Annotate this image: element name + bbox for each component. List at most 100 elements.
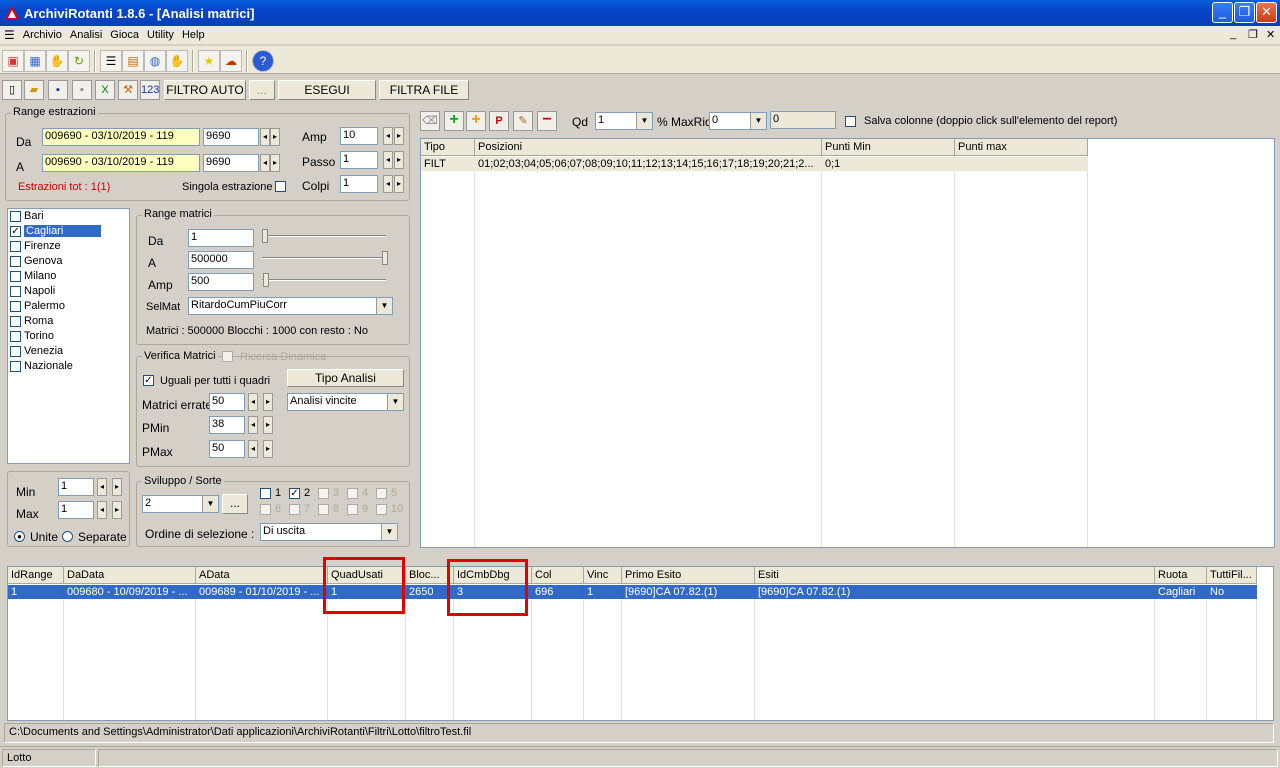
max-spin-right[interactable]: ▸ — [112, 501, 122, 519]
column-header[interactable]: AData — [196, 567, 328, 584]
ruota-checkbox[interactable] — [10, 331, 21, 342]
ruota-checkbox[interactable] — [10, 346, 21, 357]
amp-spin-left[interactable]: ◂ — [383, 127, 393, 145]
separate-radio[interactable] — [62, 531, 73, 542]
chevron-down-icon[interactable]: ▼ — [636, 113, 652, 129]
chevron-down-icon[interactable]: ▼ — [202, 496, 218, 512]
rm-da-field[interactable]: 1 — [188, 229, 254, 247]
cars-icon[interactable]: ☁ — [220, 50, 242, 72]
sorte-checkbox[interactable] — [376, 504, 387, 515]
ruota-checkbox[interactable] — [10, 361, 21, 372]
errate-spin-right[interactable]: ▸ — [263, 393, 273, 411]
ruota-item[interactable]: Genova — [8, 254, 129, 269]
ruota-item[interactable]: Venezia — [8, 344, 129, 359]
column-header[interactable]: Ruota — [1155, 567, 1207, 584]
mdi-close-icon[interactable]: ✕ — [1266, 28, 1275, 41]
menu-utility[interactable]: Utility — [147, 29, 174, 41]
column-header[interactable]: IdRange — [8, 567, 64, 584]
table-cell[interactable] — [955, 157, 1088, 172]
add-icon[interactable]: + — [444, 111, 464, 131]
passo-field[interactable]: 1 — [340, 151, 378, 169]
column-header[interactable]: Primo Esito — [622, 567, 755, 584]
a-num-field[interactable]: 9690 — [203, 154, 259, 172]
column-header[interactable]: Tipo — [421, 139, 475, 156]
da-spin-left[interactable]: ◂ — [260, 128, 270, 146]
min-spin-left[interactable]: ◂ — [97, 478, 107, 496]
excel-icon[interactable]: X — [95, 80, 115, 100]
ruota-checkbox[interactable] — [10, 286, 21, 297]
min-spin-right[interactable]: ▸ — [112, 478, 122, 496]
list-icon[interactable]: ☰ — [100, 50, 122, 72]
new-icon[interactable]: ▯ — [2, 80, 22, 100]
column-header[interactable]: Punti max — [955, 139, 1088, 156]
table-cell[interactable]: Cagliari — [1155, 585, 1207, 600]
hand2-icon[interactable]: ✋ — [166, 50, 188, 72]
colpi-spin-left[interactable]: ◂ — [383, 175, 393, 193]
mdi-menu-icon[interactable]: ☰ — [4, 28, 15, 42]
ruota-checkbox[interactable] — [10, 241, 21, 252]
restore-button[interactable]: ❐ — [1234, 2, 1255, 23]
rm-da-thumb[interactable] — [262, 229, 268, 243]
menu-archivio[interactable]: Archivio — [23, 29, 62, 41]
sorte-checkbox[interactable] — [376, 488, 387, 499]
sorte-checkbox[interactable] — [318, 488, 329, 499]
max-field[interactable]: 1 — [58, 501, 94, 519]
filtra-file-button[interactable]: FILTRA FILE — [379, 80, 469, 100]
dots-button[interactable]: ... — [249, 80, 275, 100]
sorte-checkbox[interactable] — [260, 504, 271, 515]
ruota-checkbox[interactable] — [10, 301, 21, 312]
ruota-checkbox[interactable] — [10, 256, 21, 267]
ruota-item[interactable]: ✓ Cagliari — [8, 224, 129, 239]
ruota-checkbox[interactable]: ✓ — [10, 226, 21, 237]
remove-icon[interactable]: − — [537, 111, 557, 131]
column-header[interactable]: Col — [532, 567, 584, 584]
ruota-item[interactable]: Bari — [8, 209, 129, 224]
errate-spin-left[interactable]: ◂ — [248, 393, 258, 411]
add-orange-icon[interactable]: + — [466, 111, 486, 131]
ruota-item[interactable]: Torino — [8, 329, 129, 344]
table-cell[interactable]: [9690]CA 07.82.(1) — [755, 585, 1155, 600]
rm-da-slider[interactable] — [262, 235, 386, 237]
mdi-restore-icon[interactable]: ❐ — [1248, 28, 1258, 41]
ruota-checkbox[interactable] — [10, 211, 21, 222]
table-cell[interactable]: [9690]CA 07.82.(1) — [622, 585, 755, 600]
table-cell[interactable]: 696 — [532, 585, 584, 600]
sviluppo-select[interactable]: 2 ▼ — [142, 495, 219, 513]
table-cell[interactable]: 009689 - 01/10/2019 - ... — [196, 585, 328, 600]
numbers-button[interactable]: 123 — [140, 80, 160, 100]
table-cell[interactable]: 0;1 — [822, 157, 955, 172]
rm-amp-thumb[interactable] — [263, 273, 269, 287]
mdi-minimize-icon[interactable]: _ — [1230, 28, 1236, 40]
table-icon[interactable]: ▦ — [24, 50, 46, 72]
minimize-button[interactable]: _ — [1212, 2, 1233, 23]
singola-checkbox[interactable] — [275, 181, 286, 192]
esegui-button[interactable]: ESEGUI — [278, 80, 376, 100]
column-header[interactable]: Posizioni — [475, 139, 822, 156]
table-cell[interactable]: 01;02;03;04;05;06;07;08;09;10;11;12;13;1… — [475, 157, 822, 172]
column-header[interactable]: Esiti — [755, 567, 1155, 584]
sorte-checkbox[interactable] — [347, 504, 358, 515]
rm-a-slider[interactable] — [262, 257, 386, 259]
table-cell[interactable]: No — [1207, 585, 1257, 600]
uguali-checkbox[interactable]: ✓ — [143, 375, 154, 386]
chevron-down-icon[interactable]: ▼ — [387, 394, 403, 410]
pmin-spin-right[interactable]: ▸ — [263, 416, 273, 434]
pmin-spin-left[interactable]: ◂ — [248, 416, 258, 434]
maxrid-extra-field[interactable]: 0 — [770, 111, 836, 129]
sorte-checkbox[interactable] — [318, 504, 329, 515]
rm-amp-slider[interactable] — [262, 279, 386, 281]
refresh-icon[interactable]: ↻ — [68, 50, 90, 72]
column-header[interactable]: DaData — [64, 567, 196, 584]
min-field[interactable]: 1 — [58, 478, 94, 496]
rm-amp-field[interactable]: 500 — [188, 273, 254, 291]
ruota-item[interactable]: Napoli — [8, 284, 129, 299]
a-date-field[interactable]: 009690 - 03/10/2019 - 119 — [42, 154, 200, 172]
save-icon[interactable]: ▪ — [48, 80, 68, 100]
close-button[interactable]: ✕ — [1256, 2, 1277, 23]
ruota-item[interactable]: Palermo — [8, 299, 129, 314]
table-cell[interactable]: 1 — [584, 585, 622, 600]
analisi-select[interactable]: Analisi vincite ▼ — [287, 393, 404, 411]
sviluppo-dots-button[interactable]: ... — [222, 494, 248, 514]
colpi-spin-right[interactable]: ▸ — [394, 175, 404, 193]
chevron-down-icon[interactable]: ▼ — [376, 298, 392, 314]
